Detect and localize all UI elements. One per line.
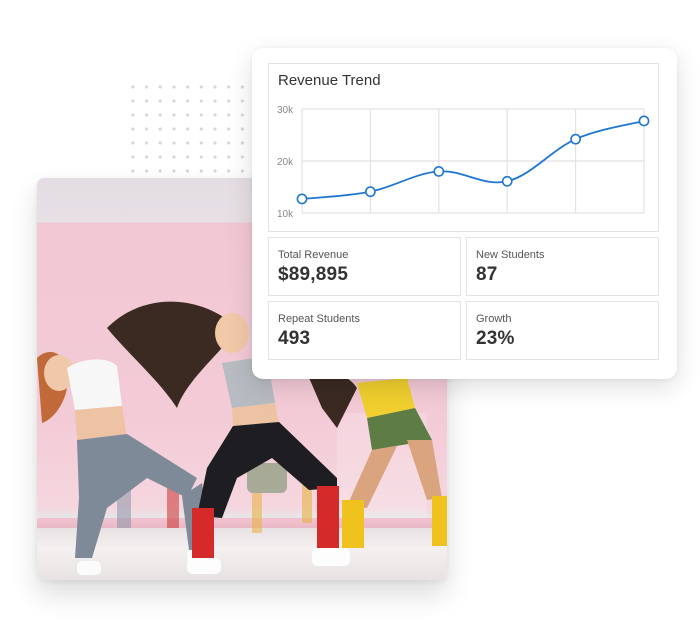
y-tick-label: 30k [277, 105, 294, 116]
data-point [570, 133, 581, 145]
data-point [501, 175, 513, 187]
stat-label: Growth [476, 313, 512, 325]
decorative-dot-grid [126, 80, 256, 180]
data-point [433, 166, 445, 177]
stat-value: 87 [476, 264, 498, 285]
stat-new-students: New Students 87 [466, 237, 659, 296]
data-point [365, 186, 376, 198]
y-tick-label: 20k [277, 157, 294, 168]
dashboard-card: Revenue Trend 10k 20k 30k Total Revenue $8… [252, 48, 677, 379]
series-line-revenue [301, 120, 645, 200]
stat-repeat-students: Repeat Students 493 [268, 301, 461, 360]
stat-label: Repeat Students [278, 313, 360, 325]
data-point [296, 193, 308, 205]
stat-growth: Growth 23% [466, 301, 659, 360]
revenue-chart-panel: Revenue Trend 10k 20k 30k [268, 63, 659, 232]
stat-value: 23% [476, 328, 515, 349]
stat-value: 493 [278, 328, 311, 349]
stat-total-revenue: Total Revenue $89,895 [268, 237, 461, 296]
stat-label: Total Revenue [278, 249, 349, 261]
stat-label: New Students [476, 249, 545, 261]
revenue-line-chart: 10k 20k 30k [277, 105, 650, 220]
y-tick-label: 10k [277, 209, 294, 220]
data-point [638, 115, 650, 127]
stat-value: $89,895 [278, 264, 349, 285]
